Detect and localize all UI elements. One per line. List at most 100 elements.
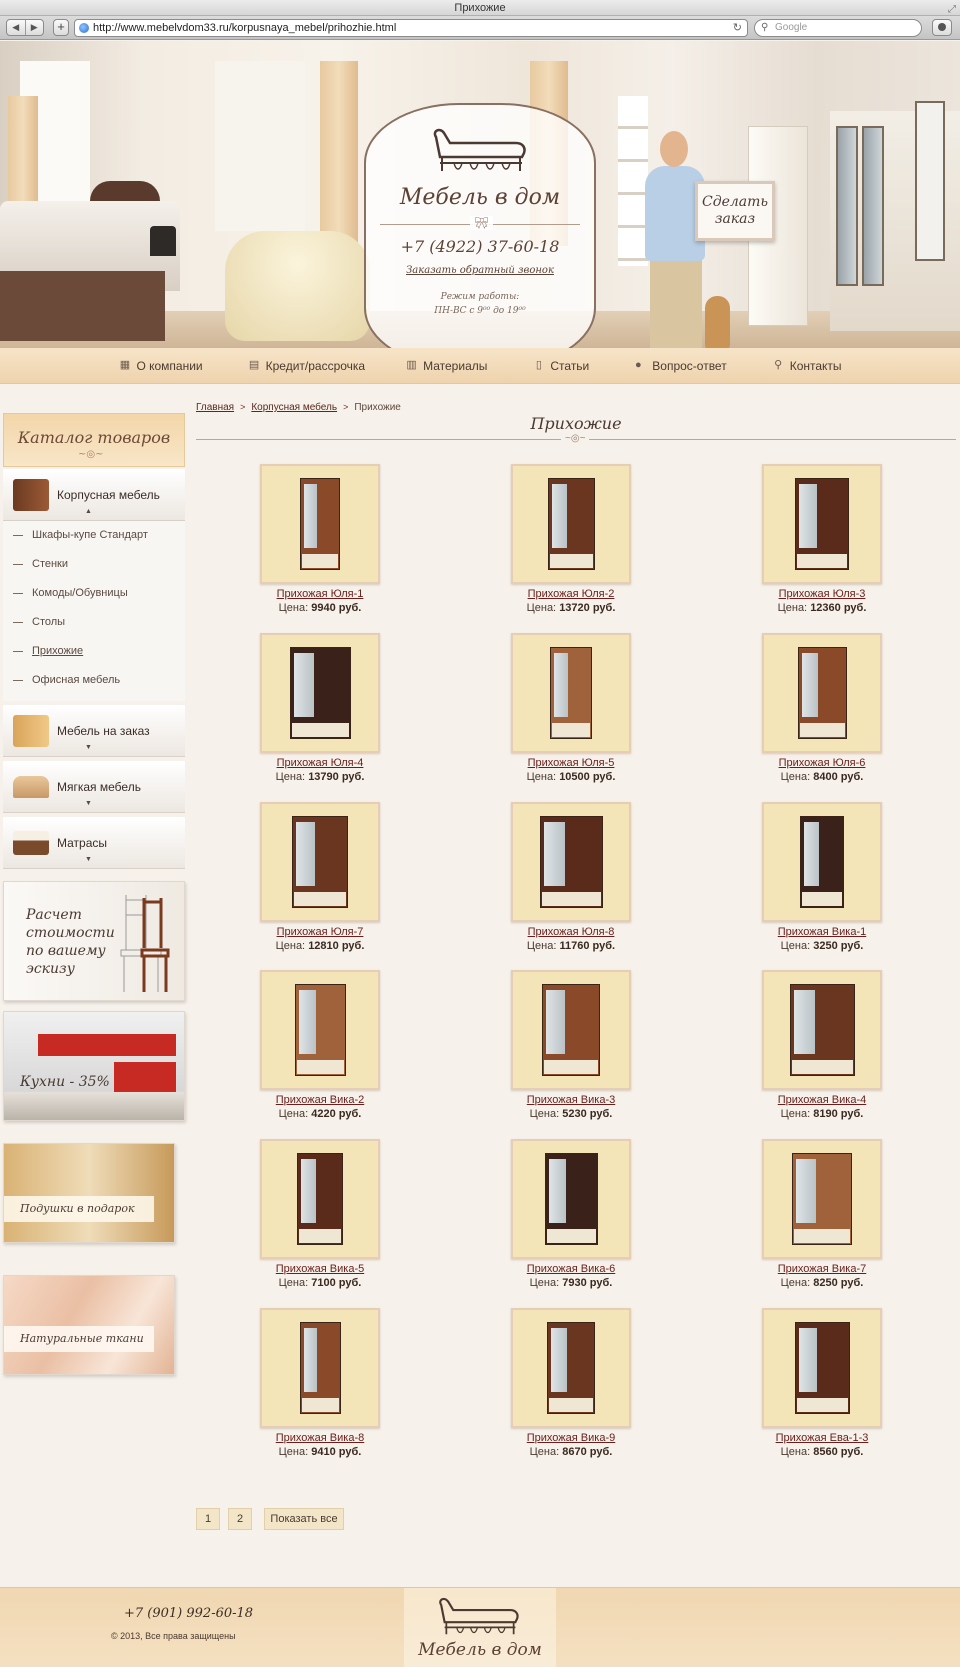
subcategory-item[interactable]: Стенки xyxy=(13,558,68,570)
promo-fabrics[interactable]: Натуральные ткани xyxy=(3,1275,175,1375)
product-image[interactable] xyxy=(762,464,882,584)
nav-label: Статьи xyxy=(550,358,590,373)
breadcrumb-section-link[interactable]: Корпусная мебель xyxy=(251,402,337,413)
nav-item-contacts[interactable]: ⚲ Контакты xyxy=(772,348,841,383)
nav-label: Кредит/рассрочка xyxy=(265,358,366,373)
mirror-panel xyxy=(799,484,817,548)
reload-icon[interactable]: ↻ xyxy=(733,20,742,36)
breadcrumb-home-link[interactable]: Главная xyxy=(196,402,234,413)
price-value: 11760 руб. xyxy=(559,940,616,952)
product-name-link[interactable]: Прихожая Юля-1 xyxy=(230,588,410,600)
entrance-door-image xyxy=(915,101,945,261)
product-image[interactable] xyxy=(511,802,631,922)
category-mattresses[interactable]: Матрасы ▼ xyxy=(3,817,185,869)
product-image[interactable] xyxy=(762,802,882,922)
product-name-link[interactable]: Прихожая Юля-4 xyxy=(230,757,410,769)
product-price: Цена: 12360 руб. xyxy=(732,602,912,614)
nav-item-credit[interactable]: ▤ Кредит/рассрочка xyxy=(248,348,365,383)
window-titlebar: Прихожие ⤢ xyxy=(0,0,960,16)
drawer-panel xyxy=(291,723,349,737)
product-price: Цена: 8400 руб. xyxy=(732,771,912,783)
product-name-link[interactable]: Прихожая Юля-7 xyxy=(230,926,410,938)
breadcrumb: Главная > Корпусная мебель > Прихожие xyxy=(196,402,401,413)
product-image[interactable] xyxy=(260,1308,380,1428)
browser-toolbar: ◀ ▶ + http://www.mebelvdom33.ru/korpusna… xyxy=(0,16,960,40)
subcategory-item[interactable]: Столы xyxy=(13,616,65,628)
product-name-link[interactable]: Прихожая Вика-8 xyxy=(230,1432,410,1444)
product-name-link[interactable]: Прихожая Юля-5 xyxy=(481,757,661,769)
price-label: Цена: xyxy=(278,602,309,614)
product-price: Цена: 8560 руб. xyxy=(732,1446,912,1458)
price-label: Цена: xyxy=(780,771,811,783)
promo-pillows[interactable]: Подушки в подарок xyxy=(3,1143,175,1243)
product-image[interactable] xyxy=(762,633,882,753)
product-image[interactable] xyxy=(511,464,631,584)
back-button[interactable]: ◀ xyxy=(7,20,25,35)
promo-sketch-calculation[interactable]: Расчет стоимости по вашему эскизу xyxy=(3,881,185,1001)
callback-link[interactable]: Заказать обратный звонок xyxy=(366,265,594,276)
mirror-panel xyxy=(798,1328,817,1392)
product-name-link[interactable]: Прихожая Вика-6 xyxy=(481,1263,661,1275)
subcategory-item[interactable]: Офисная мебель xyxy=(13,674,120,686)
clipboard-icon: ▤ xyxy=(248,359,260,371)
subcategory-item[interactable]: Шкафы-купе Стандарт xyxy=(13,529,148,541)
show-all-button[interactable]: Показать все xyxy=(264,1508,344,1530)
downloads-button[interactable] xyxy=(932,19,952,36)
mirror-panel xyxy=(304,484,318,548)
product-name-link[interactable]: Прихожая Вика-7 xyxy=(732,1263,912,1275)
order-sign-button[interactable]: Сделать заказ xyxy=(695,181,775,241)
product-image[interactable] xyxy=(260,464,380,584)
header-banner: Сделать заказ Мебель в дом 🎀︎ +7 (4922) … xyxy=(0,41,960,348)
building-icon: ▦ xyxy=(119,359,131,371)
brand-name: Мебель в дом xyxy=(399,185,561,210)
page-1-button[interactable]: 1 xyxy=(196,1508,220,1530)
product-name-link[interactable]: Прихожая Вика-4 xyxy=(732,1094,912,1106)
product-name-link[interactable]: Прихожая Вика-9 xyxy=(481,1432,661,1444)
product-image[interactable] xyxy=(511,1308,631,1428)
history-buttons: ◀ ▶ xyxy=(6,19,44,36)
category-custom-furniture[interactable]: Мебель на заказ ▼ xyxy=(3,705,185,757)
page-2-button[interactable]: 2 xyxy=(228,1508,252,1530)
product-image[interactable] xyxy=(260,633,380,753)
product-image[interactable] xyxy=(511,1139,631,1259)
product-image[interactable] xyxy=(260,970,380,1090)
nav-item-about[interactable]: ▦ О компании xyxy=(118,348,203,383)
product-name-link[interactable]: Прихожая Вика-3 xyxy=(481,1094,661,1106)
product-name-link[interactable]: Прихожая Вика-1 xyxy=(732,926,912,938)
subcategory-item[interactable]: Комоды/Обувницы xyxy=(13,587,128,599)
product-name-link[interactable]: Прихожая Юля-8 xyxy=(481,926,661,938)
product-image[interactable] xyxy=(762,1139,882,1259)
mirror-panel xyxy=(551,484,568,548)
promo-kitchens[interactable]: Кухни - 35% xyxy=(3,1011,185,1121)
category-cabinet-furniture[interactable]: Корпусная мебель ▲ xyxy=(3,469,185,521)
drawer-panel xyxy=(799,723,845,737)
forward-button[interactable]: ▶ xyxy=(24,20,44,35)
price-label: Цена: xyxy=(780,1108,811,1120)
mirror-panel xyxy=(296,822,315,886)
product-image[interactable] xyxy=(260,1139,380,1259)
product-name-link[interactable]: Прихожая Ева-1-3 xyxy=(732,1432,912,1444)
product-image[interactable] xyxy=(260,802,380,922)
product-name-link[interactable]: Прихожая Юля-6 xyxy=(732,757,912,769)
category-upholstered[interactable]: Мягкая мебель ▼ xyxy=(3,761,185,813)
product-image[interactable] xyxy=(762,970,882,1090)
price-label: Цена: xyxy=(780,940,811,952)
product-name-link[interactable]: Прихожая Юля-3 xyxy=(732,588,912,600)
address-bar[interactable]: http://www.mebelvdom33.ru/korpusnaya_meb… xyxy=(74,19,748,37)
product-name-link[interactable]: Прихожая Вика-2 xyxy=(230,1094,410,1106)
nav-item-materials[interactable]: ▥ Материалы xyxy=(405,348,487,383)
add-bookmark-button[interactable]: + xyxy=(53,19,69,36)
product-image[interactable] xyxy=(511,633,631,753)
nav-item-faq[interactable]: ● Вопрос-ответ xyxy=(629,348,727,383)
product-image[interactable] xyxy=(511,970,631,1090)
product-name-link[interactable]: Прихожая Вика-5 xyxy=(230,1263,410,1275)
price-value: 4220 руб. xyxy=(311,1108,362,1120)
subcategory-item-active[interactable]: Прихожие xyxy=(13,645,83,657)
search-placeholder: Google xyxy=(775,22,808,33)
nav-item-articles[interactable]: ▯ Статьи xyxy=(532,348,589,383)
product-image[interactable] xyxy=(762,1308,882,1428)
product-name-link[interactable]: Прихожая Юля-2 xyxy=(481,588,661,600)
footer-logo[interactable]: Мебель в дом xyxy=(404,1588,556,1667)
price-value: 8190 руб. xyxy=(813,1108,864,1120)
search-field[interactable]: ⚲ Google xyxy=(754,19,922,37)
